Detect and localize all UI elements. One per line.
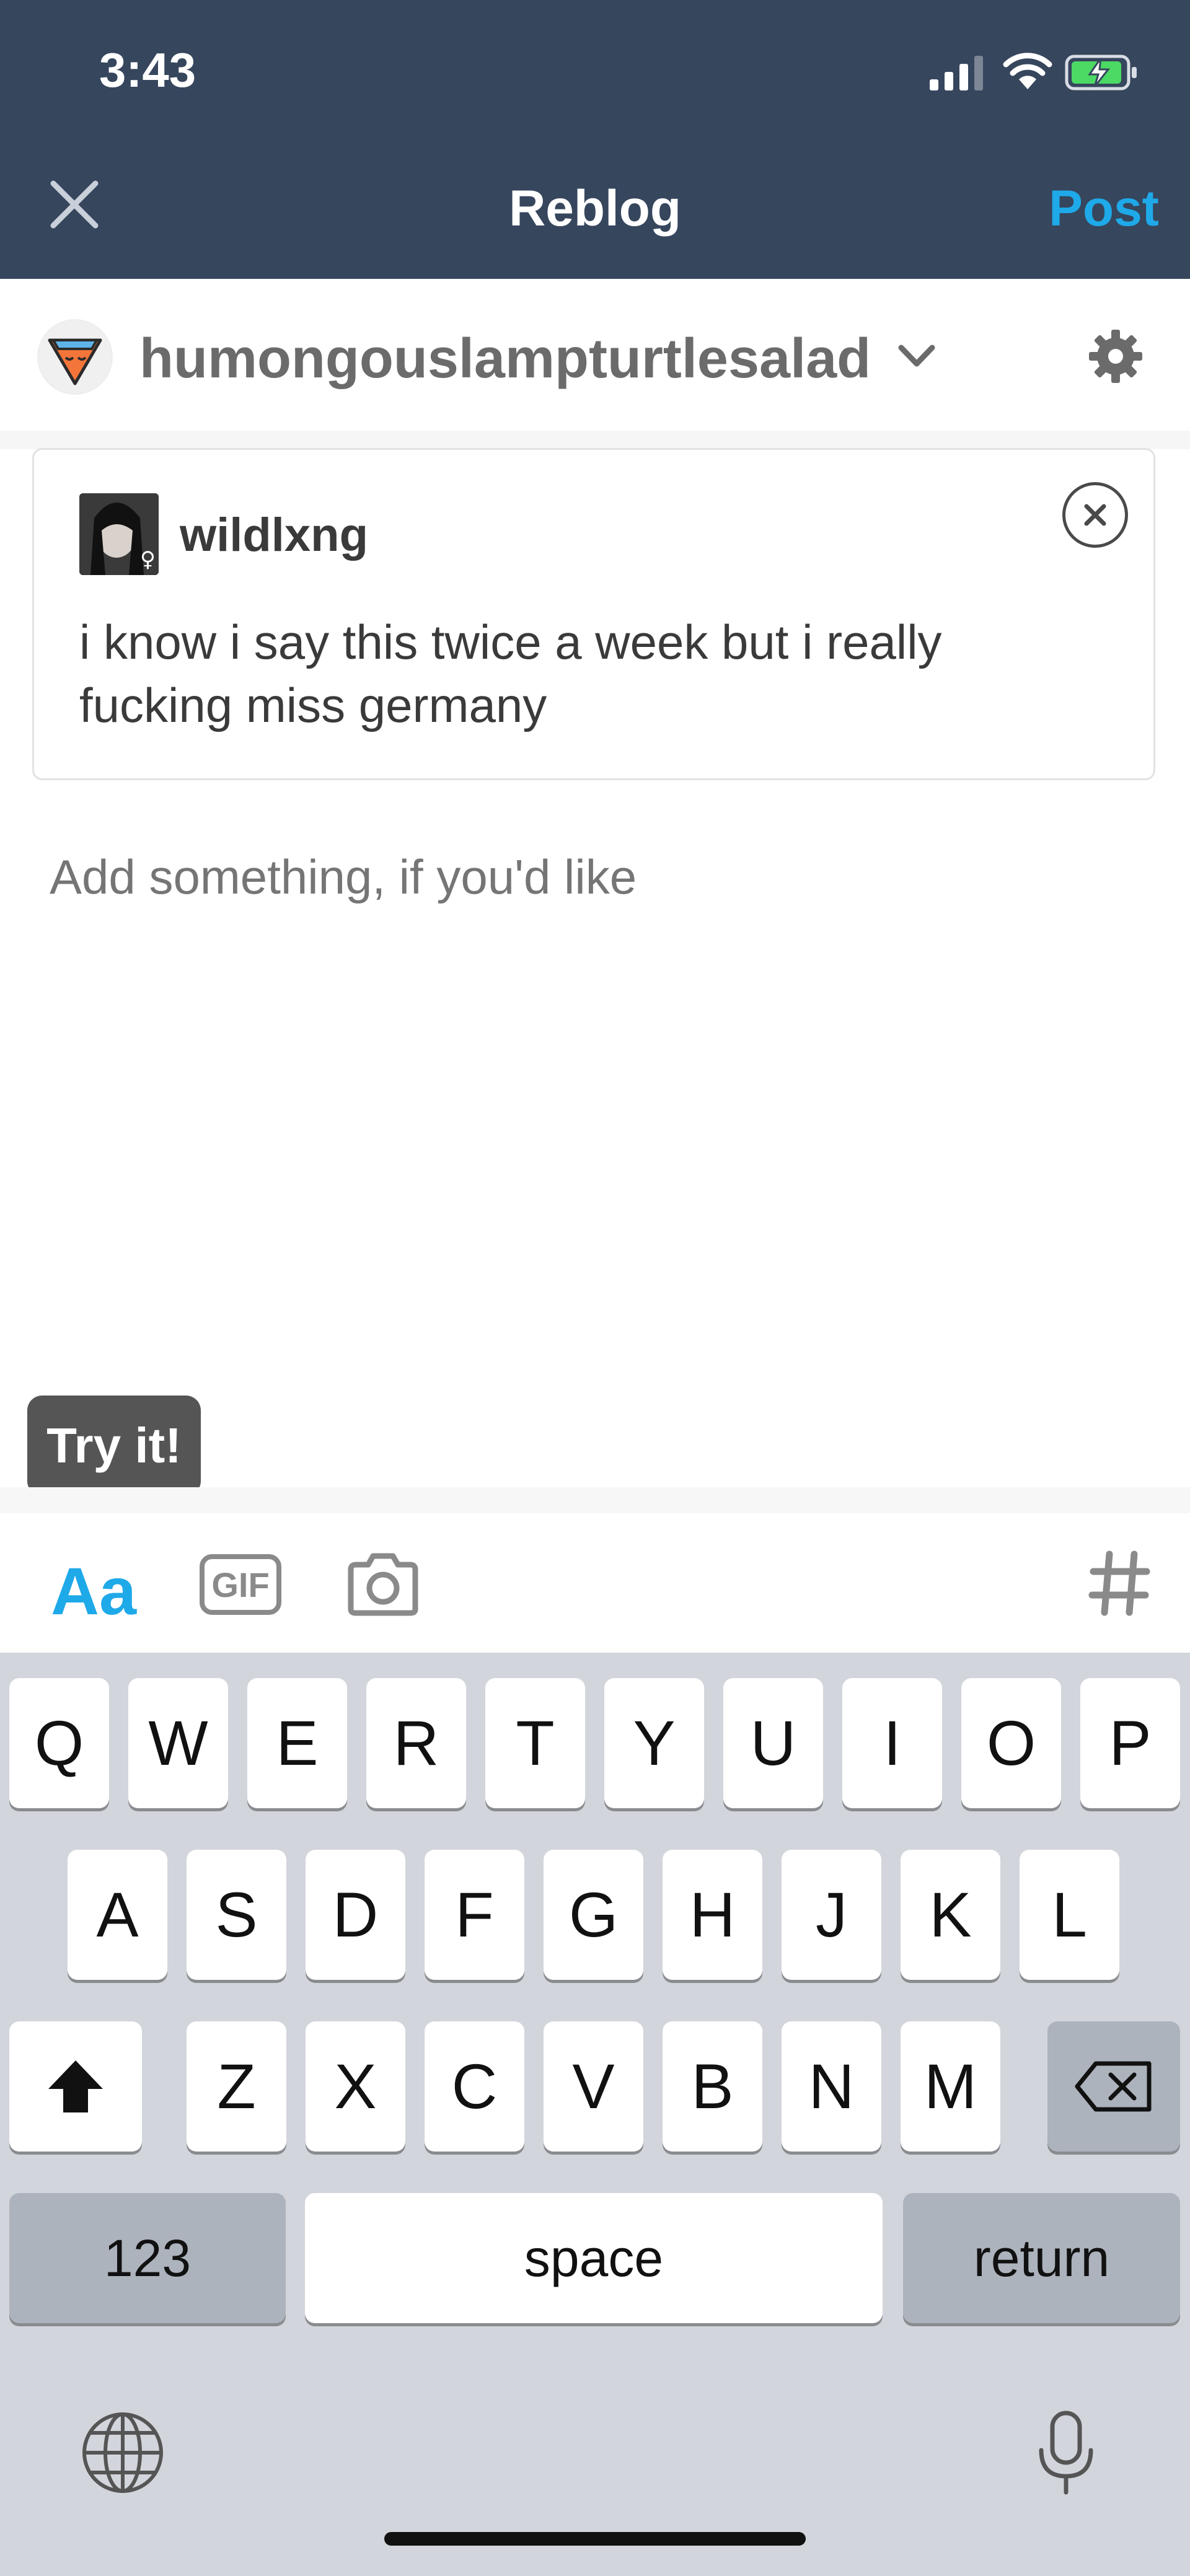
original-poster-avatar[interactable]: ♀	[79, 493, 159, 575]
key-u[interactable]: U	[723, 1678, 823, 1808]
key-s[interactable]: S	[187, 1850, 286, 1980]
original-poster-username[interactable]: wildlxng	[180, 508, 368, 562]
reblogged-post-text: i know i say this twice a week but i rea…	[79, 615, 942, 732]
key-h[interactable]: H	[663, 1850, 762, 1980]
key-l[interactable]: L	[1020, 1850, 1119, 1980]
key-w[interactable]: W	[128, 1678, 228, 1808]
blog-name[interactable]: humongouslampturtlesalad	[139, 327, 871, 391]
space-key[interactable]: space	[305, 2193, 883, 2323]
key-c[interactable]: C	[425, 2021, 524, 2152]
key-o[interactable]: O	[961, 1678, 1061, 1808]
shift-arrow-icon	[48, 2060, 103, 2112]
key-v[interactable]: V	[544, 2021, 643, 2152]
key-i[interactable]: I	[842, 1678, 942, 1808]
camera-icon[interactable]	[345, 1552, 421, 1617]
key-z[interactable]: Z	[187, 2021, 286, 2152]
numbers-key[interactable]: 123	[9, 2193, 286, 2323]
toolbar-divider	[0, 1487, 1190, 1513]
compose-text-input[interactable]	[50, 849, 1103, 905]
remove-reblog-close-icon[interactable]	[1062, 482, 1128, 548]
key-y[interactable]: Y	[604, 1678, 704, 1808]
key-b[interactable]: B	[663, 2021, 762, 2152]
return-key[interactable]: return	[903, 2193, 1180, 2323]
blog-avatar[interactable]	[37, 319, 113, 395]
try-it-tooltip: Try it!	[27, 1396, 201, 1496]
gif-button[interactable]: GIF	[200, 1554, 281, 1615]
key-d[interactable]: D	[306, 1850, 405, 1980]
key-m[interactable]: M	[901, 2021, 1000, 2152]
hashtag-icon[interactable]	[1088, 1549, 1150, 1617]
key-f[interactable]: F	[425, 1850, 524, 1980]
svg-text:♀: ♀	[140, 547, 156, 572]
key-q[interactable]: Q	[9, 1678, 109, 1808]
chevron-down-icon[interactable]	[895, 338, 938, 375]
battery-charging-icon	[1065, 55, 1137, 90]
key-r[interactable]: R	[366, 1678, 466, 1808]
page-title: Reblog	[509, 180, 681, 237]
key-k[interactable]: K	[901, 1850, 1000, 1980]
close-icon[interactable]	[37, 167, 112, 242]
wifi-icon	[1003, 53, 1052, 89]
globe-icon[interactable]	[79, 2409, 166, 2496]
backspace-key[interactable]	[1047, 2021, 1180, 2152]
key-t[interactable]: T	[485, 1678, 585, 1808]
gear-icon[interactable]	[1088, 328, 1144, 384]
key-g[interactable]: G	[544, 1850, 643, 1980]
divider	[0, 431, 1190, 449]
post-button[interactable]: Post	[992, 180, 1159, 238]
backspace-icon	[1075, 2061, 1152, 2112]
home-indicator	[384, 2532, 806, 2546]
key-a[interactable]: A	[68, 1850, 167, 1980]
text-format-button[interactable]: Aa	[51, 1552, 136, 1630]
post-toolbar	[0, 1513, 1190, 1653]
key-e[interactable]: E	[247, 1678, 347, 1808]
shift-key[interactable]	[9, 2021, 142, 2152]
key-x[interactable]: X	[306, 2021, 405, 2152]
key-p[interactable]: P	[1080, 1678, 1180, 1808]
microphone-icon[interactable]	[1034, 2409, 1098, 2496]
cellular-signal-icon	[930, 56, 983, 90]
key-j[interactable]: J	[782, 1850, 881, 1980]
status-time: 3:43	[99, 43, 196, 97]
key-n[interactable]: N	[782, 2021, 881, 2152]
